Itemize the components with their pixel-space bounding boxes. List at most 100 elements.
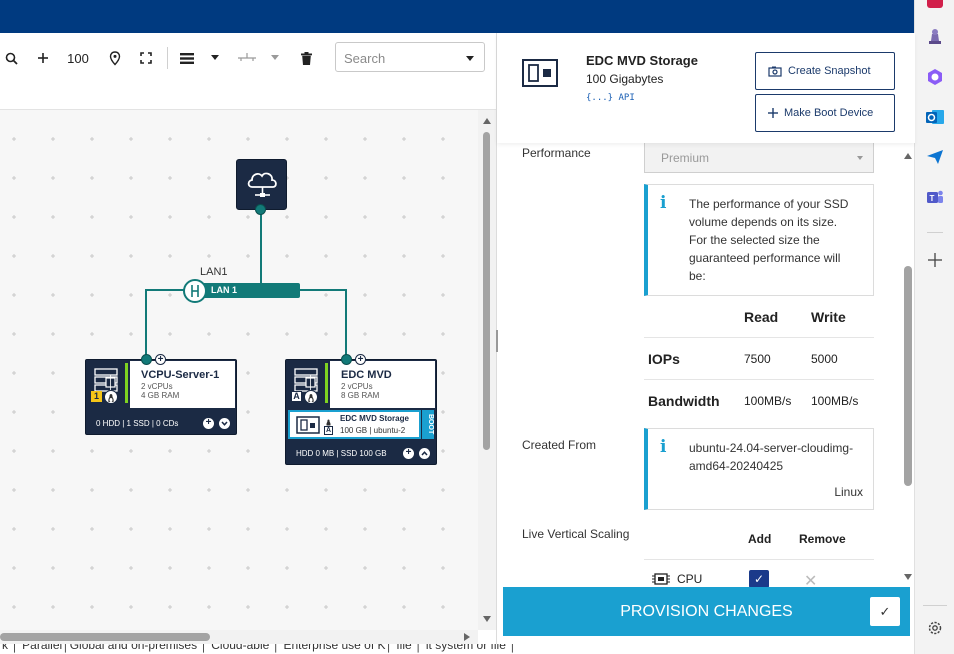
scroll-down-icon[interactable]	[483, 616, 491, 622]
scaling-cpu-label: CPU	[677, 572, 703, 586]
create-snapshot-button[interactable]: Create Snapshot	[755, 52, 895, 90]
add-icon[interactable]: +	[403, 448, 414, 459]
outlook-icon[interactable]	[925, 107, 945, 127]
lan-label: LAN1	[200, 266, 228, 278]
row-write: 5000	[811, 352, 838, 366]
cloud-icon	[247, 172, 277, 197]
scroll-right-icon[interactable]	[464, 633, 470, 641]
panel-subtitle: 100 Gigabytes	[586, 72, 664, 86]
gear-icon[interactable]	[927, 620, 943, 636]
cpu-add-checkbox[interactable]: ✓	[749, 570, 769, 588]
linux-icon	[304, 390, 318, 404]
copilot-icon[interactable]	[925, 67, 945, 87]
make-boot-device-label: Make Boot Device	[784, 107, 874, 119]
canvas-vertical-scrollbar[interactable]	[478, 110, 496, 630]
perf-table-row-bandwidth: Bandwidth 100MB/s 100MB/s	[644, 380, 874, 422]
scrollbar-thumb[interactable]	[0, 633, 210, 641]
created-from-image: ubuntu-24.04-server-cloudimg- amd64-2024…	[689, 439, 853, 475]
app-root: 100 Search LAN1 LAN 1 1 VCPU-Server-1 2 …	[0, 0, 954, 654]
svg-text:T: T	[930, 194, 935, 203]
chess-icon[interactable]	[925, 27, 945, 47]
scrollbar-thumb[interactable]	[483, 132, 490, 450]
performance-info-box: i The performance of your SSD volume dep…	[644, 184, 874, 296]
chevron-down-icon	[857, 156, 863, 160]
col-write: Write	[811, 309, 846, 325]
canvas-horizontal-scrollbar[interactable]	[0, 630, 478, 644]
created-from-box: i ubuntu-24.04-server-cloudimg- amd64-20…	[644, 428, 874, 510]
image-line: amd64-20240425	[689, 459, 784, 473]
teams-icon[interactable]: T	[925, 187, 945, 207]
add-icon[interactable]: +	[203, 418, 214, 429]
row-label: Bandwidth	[648, 393, 720, 409]
sidebar-divider	[927, 232, 943, 233]
performance-select[interactable]: Premium	[644, 141, 874, 173]
add-port-icon[interactable]: +	[355, 354, 366, 365]
panel-vertical-scrollbar[interactable]	[901, 151, 915, 586]
background-page-text: k │ Parallel│Global and on-premises │ Cl…	[0, 644, 914, 654]
camera-icon	[768, 66, 782, 77]
scroll-up-icon[interactable]	[483, 118, 491, 124]
add-icon[interactable]	[928, 253, 942, 267]
server-zone-badge: A	[291, 391, 302, 402]
lan-switch-icon[interactable]	[183, 279, 207, 303]
connection-port[interactable]	[341, 354, 352, 365]
info-line: guaranteed performance will	[689, 251, 841, 265]
info-line: be:	[689, 269, 706, 283]
disk-zone-badge: A	[324, 426, 333, 435]
row-label: IOPs	[648, 351, 680, 367]
connection-port[interactable]	[141, 354, 152, 365]
scroll-down-icon[interactable]	[904, 574, 912, 580]
make-boot-device-button[interactable]: Make Boot Device	[755, 94, 895, 132]
sidebar-divider	[923, 605, 947, 606]
background-text: k │ Parallel│Global and on-premises │ Cl…	[2, 644, 517, 652]
connection-port[interactable]	[255, 204, 266, 215]
perf-table-row-iops: IOPs 7500 5000	[644, 338, 874, 380]
send-icon[interactable]	[925, 147, 945, 167]
server-card-edc-mvd[interactable]: A EDC MVD 2 vCPUs 8 GB RAM A EDC MVD Sto…	[285, 359, 437, 465]
lan-bar-label: LAN 1	[211, 285, 238, 295]
server-name: VCPU-Server-1	[141, 369, 220, 381]
server-name: EDC MVD	[341, 369, 392, 381]
scroll-up-icon[interactable]	[904, 153, 912, 159]
provision-changes-button[interactable]: PROVISION CHANGES ✓	[503, 587, 910, 636]
cpu-icon	[652, 573, 670, 585]
provision-changes-label: PROVISION CHANGES	[620, 602, 793, 620]
storage-disk-icon	[296, 416, 320, 434]
checkmark-icon[interactable]: ✓	[870, 597, 900, 626]
panel-title: EDC MVD Storage	[586, 53, 698, 68]
add-port-icon[interactable]: +	[155, 354, 166, 365]
browser-sidebar: T	[914, 0, 954, 654]
server-storage-summary: HDD 0 MB | SSD 100 GB	[296, 449, 387, 458]
api-link[interactable]: {...} API	[586, 93, 635, 103]
app-icon[interactable]	[927, 0, 943, 8]
server-card-vcpu-server-1[interactable]: 1 VCPU-Server-1 2 vCPUs 4 GB RAM 0 HDD |…	[85, 359, 237, 435]
chevron-down-icon[interactable]	[219, 418, 230, 429]
server-ram: 4 GB RAM	[141, 391, 180, 400]
perf-table-header: Read Write	[644, 296, 874, 338]
server-storage-summary: 0 HDD | 1 SSD | 0 CDs	[96, 419, 179, 428]
network-links	[145, 210, 347, 359]
col-read: Read	[744, 309, 779, 325]
linux-icon	[104, 390, 118, 404]
row-read: 100MB/s	[744, 394, 792, 408]
disk-info: 100 GB | ubuntu-2	[340, 426, 406, 435]
storage-disk-icon	[522, 59, 558, 87]
plus-icon	[768, 108, 778, 118]
server-zone-badge: 1	[91, 391, 102, 402]
info-icon: i	[660, 193, 667, 213]
created-from-os: Linux	[834, 485, 863, 499]
lan-bar[interactable]: LAN 1	[196, 283, 300, 298]
chevron-up-icon[interactable]	[419, 448, 430, 459]
boot-tag: BOOT	[422, 410, 434, 439]
divider	[644, 559, 874, 560]
panel-resize-handle[interactable]	[496, 330, 498, 352]
row-write: 100MB/s	[811, 394, 859, 408]
storage-volume-edc-mvd-storage[interactable]: A EDC MVD Storage 100 GB | ubuntu-2	[288, 410, 421, 439]
scrollbar-thumb[interactable]	[904, 266, 912, 486]
create-snapshot-label: Create Snapshot	[788, 65, 871, 77]
live-scaling-label: Live Vertical Scaling	[522, 527, 630, 541]
internet-node[interactable]	[236, 159, 287, 210]
properties-panel: EDC MVD Storage 100 Gigabytes {...} API …	[496, 33, 915, 644]
scaling-remove-header: Remove	[799, 532, 846, 546]
info-line: The performance of your SSD	[689, 197, 849, 211]
